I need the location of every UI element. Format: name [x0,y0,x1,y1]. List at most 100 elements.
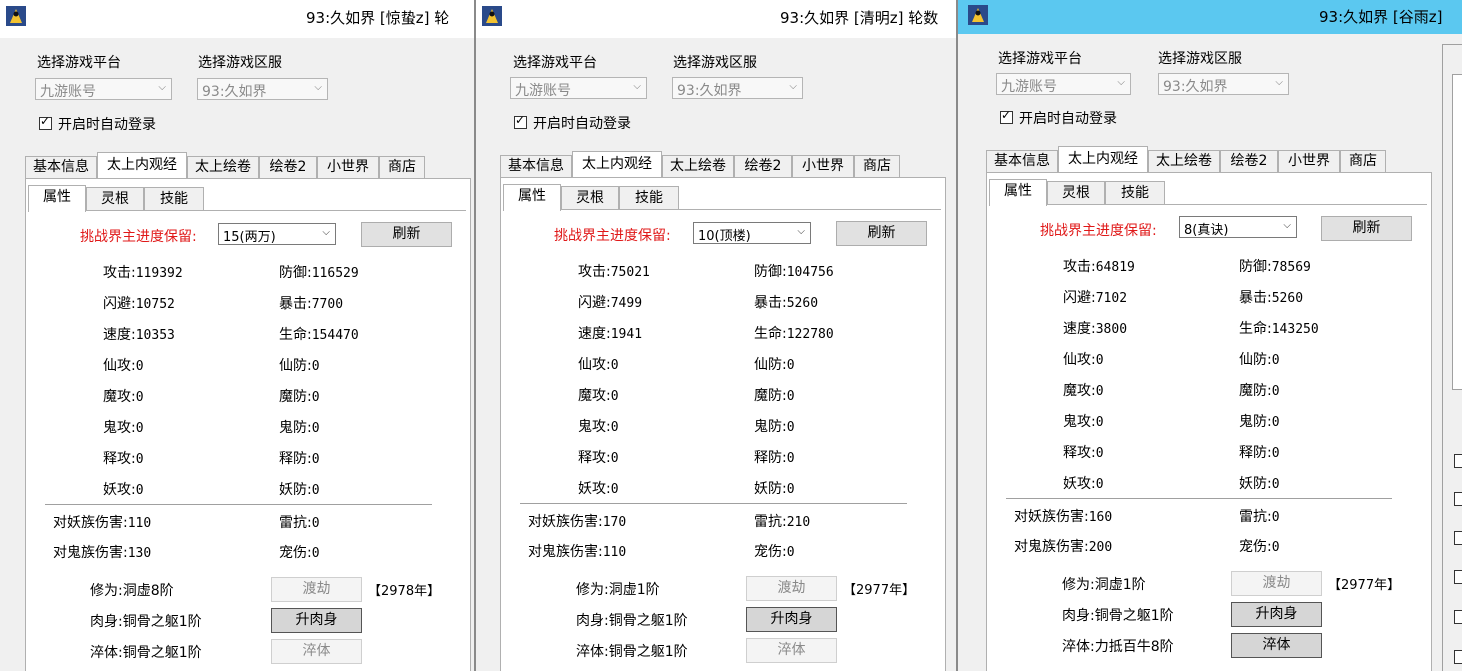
progress-select[interactable]: 15(两万) ⌵ [218,223,336,245]
stat-value: 160 [1088,510,1113,525]
stat-value: 0 [610,389,619,404]
stat-label: 仙攻: [1063,352,1096,368]
side-checkbox[interactable] [1454,610,1462,624]
tab-small-world[interactable]: 小世界 [792,155,854,177]
stat-left: 魔攻:0 [1063,380,1104,400]
side-checkbox[interactable] [1454,570,1462,584]
stat-label: 魔攻: [1063,383,1096,399]
refresh-button[interactable]: 刷新 [361,222,452,247]
refresh-button[interactable]: 刷新 [1321,216,1412,241]
subtab-attributes[interactable]: 属性 [28,185,86,212]
side-checkbox[interactable] [1454,454,1462,468]
stat-left: 闪避:7102 [1063,287,1127,307]
server-label: 选择游戏区服 [198,55,282,71]
stat-left: 鬼攻:0 [578,416,619,436]
subtab-linggen[interactable]: 灵根 [86,187,144,211]
autologin-checkbox[interactable] [514,113,527,129]
stat-left: 妖攻:0 [578,478,619,498]
stat-label: 鬼攻: [103,420,136,436]
tab-neiguan[interactable]: 太上内观经 [572,151,662,177]
platform-select[interactable]: 九游账号 ⌵ [996,73,1131,95]
tab-huijuan[interactable]: 太上绘卷 [187,156,259,178]
stat-label: 魔攻: [578,388,611,404]
subtab-skills[interactable]: 技能 [1105,181,1165,205]
tab-basic-info[interactable]: 基本信息 [500,155,572,177]
stat-value: 0 [135,452,144,467]
stat-label: 防御: [279,265,312,281]
server-select[interactable]: 93:久如界 ⌵ [672,77,803,99]
autologin-checkbox[interactable] [39,114,52,130]
tab-neiguan[interactable]: 太上内观经 [97,152,187,178]
subtab-attributes[interactable]: 属性 [503,184,561,211]
tab-huijuan2[interactable]: 绘卷2 [1220,150,1278,172]
main-tabs: 基本信息 太上内观经 太上绘卷 绘卷2 小世界 商店 [500,151,920,179]
tab-basic-info[interactable]: 基本信息 [25,156,97,178]
temper-button[interactable]: 淬体 [1231,633,1322,658]
stat-label: 魔防: [1239,383,1272,399]
server-select[interactable]: 93:久如界 ⌵ [1158,73,1289,95]
stat-label: 雷抗: [754,514,787,530]
body-button[interactable]: 升肉身 [746,607,837,632]
resist-stat: 宠伤:0 [279,542,320,562]
platform-select[interactable]: 九游账号 ⌵ [35,78,172,100]
side-checkbox[interactable] [1454,531,1462,545]
progress-select[interactable]: 10(顶楼) ⌵ [693,222,811,244]
tab-huijuan[interactable]: 太上绘卷 [662,155,734,177]
cult-value: 铜骨之躯1阶 [608,644,688,660]
stat-value: 0 [135,483,144,498]
title-bar[interactable]: 93:久如界 [谷雨z] [958,0,1462,34]
stat-label: 鬼防: [1239,414,1272,430]
stat-value: 0 [1271,540,1280,555]
subtab-skills[interactable]: 技能 [619,186,679,210]
stats-divider [1006,498,1392,499]
stat-label: 速度: [578,326,611,342]
body-button[interactable]: 升肉身 [1231,602,1322,627]
stat-left: 仙攻:0 [1063,349,1104,369]
tab-huijuan[interactable]: 太上绘卷 [1148,150,1220,172]
stat-label: 生命: [754,326,787,342]
autologin-label[interactable]: 开启时自动登录 [1019,108,1117,128]
tab-huijuan2[interactable]: 绘卷2 [259,156,317,178]
platform-select[interactable]: 九游账号 ⌵ [510,77,647,99]
title-bar[interactable]: 93:久如界 [清明z] 轮数 [476,0,958,38]
server-select[interactable]: 93:久如界 ⌵ [197,78,328,100]
stat-value: 10353 [135,328,175,343]
temper-button[interactable]: 淬体 [271,639,362,664]
refresh-button[interactable]: 刷新 [836,221,927,246]
temper-button[interactable]: 淬体 [746,638,837,663]
stat-label: 仙攻: [578,357,611,373]
tab-neiguan[interactable]: 太上内观经 [1058,146,1148,172]
tab-shop[interactable]: 商店 [854,155,900,177]
body-button[interactable]: 升肉身 [271,608,362,633]
subtab-skills[interactable]: 技能 [144,187,204,211]
cultivation-button[interactable]: 渡劫 [1231,571,1322,596]
stat-label: 攻击: [1063,259,1096,275]
stat-right: 魔防:0 [754,385,795,405]
tab-shop[interactable]: 商店 [1340,150,1386,172]
stat-value: 0 [610,482,619,497]
stat-label: 释攻: [103,451,136,467]
stat-left: 释攻:0 [578,447,619,467]
progress-select[interactable]: 8(真诀) ⌵ [1179,216,1297,238]
tab-shop[interactable]: 商店 [379,156,425,178]
subtab-linggen[interactable]: 灵根 [561,186,619,210]
stat-right: 妖防:0 [279,479,320,499]
tab-small-world[interactable]: 小世界 [1278,150,1340,172]
title-bar[interactable]: 93:久如界 [惊蛰z] 轮 [0,0,476,38]
cult-value: 洞虚8阶 [122,583,174,599]
cultivation-button[interactable]: 渡劫 [746,576,837,601]
autologin-checkbox[interactable] [1000,108,1013,124]
tab-small-world[interactable]: 小世界 [317,156,379,178]
stat-label: 闪避: [578,295,611,311]
autologin-label[interactable]: 开启时自动登录 [58,114,156,134]
cultivation-button[interactable]: 渡劫 [271,577,362,602]
side-checkbox[interactable] [1454,492,1462,506]
subtab-attributes[interactable]: 属性 [989,179,1047,206]
stat-label: 仙防: [754,357,787,373]
subtab-linggen[interactable]: 灵根 [1047,181,1105,205]
damage-stat: 对妖族伤害:110 [53,512,151,532]
autologin-label[interactable]: 开启时自动登录 [533,113,631,133]
side-checkbox[interactable] [1454,650,1462,664]
tab-basic-info[interactable]: 基本信息 [986,150,1058,172]
tab-huijuan2[interactable]: 绘卷2 [734,155,792,177]
